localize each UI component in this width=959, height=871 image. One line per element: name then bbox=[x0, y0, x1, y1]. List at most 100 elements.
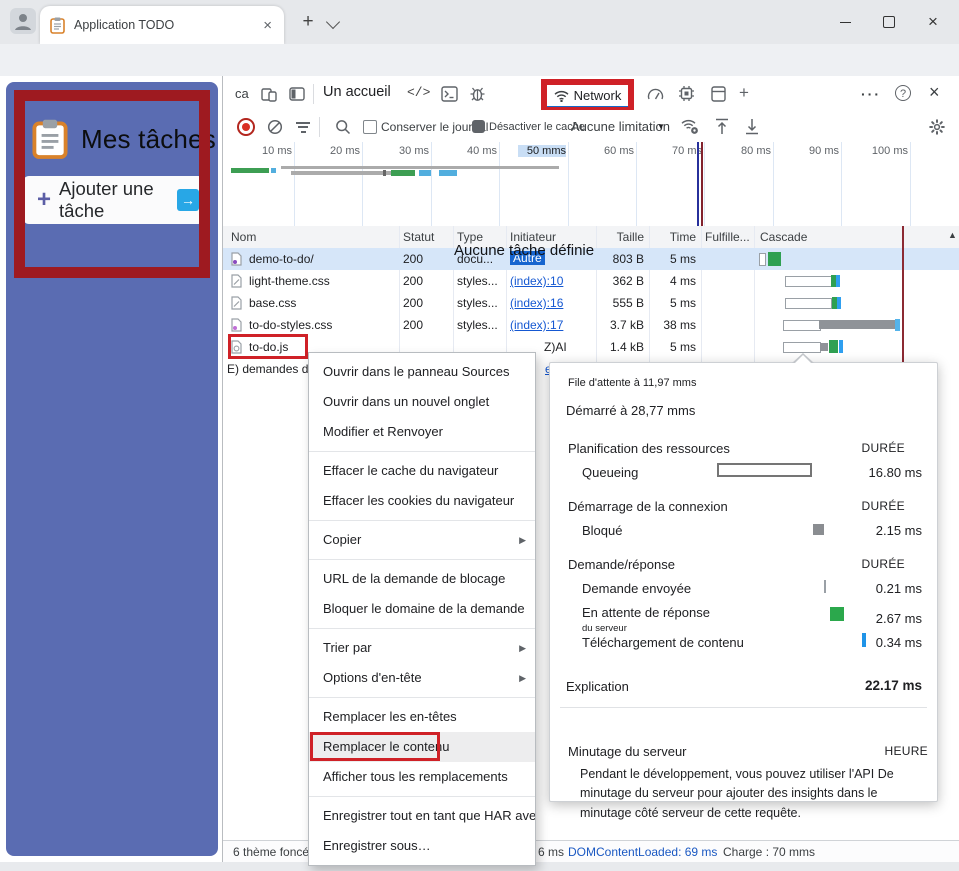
device-emulation-icon[interactable] bbox=[261, 86, 277, 102]
waterfall-bar bbox=[819, 320, 895, 329]
tab-welcome[interactable]: Un accueil bbox=[323, 84, 391, 100]
annotation-todojs-row bbox=[228, 334, 308, 359]
request-initiator-link[interactable]: (index):16 bbox=[510, 296, 563, 310]
browser-tab[interactable]: Application TODO × bbox=[40, 6, 284, 44]
menu-item[interactable]: Effacer le cache du navigateur bbox=[309, 456, 535, 486]
ruler-tick: 20 ms bbox=[330, 145, 360, 157]
menu-item[interactable]: Bloquer le domaine de la demande bbox=[309, 594, 535, 624]
filter-icon[interactable] bbox=[295, 119, 311, 135]
request-name: to-do-styles.css bbox=[249, 318, 333, 332]
profile-avatar[interactable] bbox=[10, 8, 36, 34]
export-har-icon[interactable] bbox=[745, 118, 759, 135]
explanation-label[interactable]: Explication bbox=[566, 679, 629, 694]
stylesheet-icon bbox=[231, 274, 242, 288]
menu-item[interactable]: Ouvrir dans le panneau Sources bbox=[309, 357, 535, 387]
table-row[interactable]: to-do-styles.css 200 styles... (index):1… bbox=[223, 314, 959, 336]
sort-arrow-icon[interactable]: ▲ bbox=[948, 230, 957, 240]
request-initiator-link[interactable]: (index):17 bbox=[510, 318, 563, 332]
tab-close-icon[interactable]: × bbox=[261, 17, 274, 34]
window-minimize-button[interactable] bbox=[832, 10, 858, 34]
domcontentloaded-line bbox=[697, 142, 699, 226]
overview-bar-gray bbox=[291, 171, 403, 175]
col-time[interactable]: Time bbox=[648, 230, 696, 244]
menu-item[interactable]: Trier par ▶ bbox=[309, 633, 535, 663]
throttling-dropdown-icon[interactable]: ▼ bbox=[657, 122, 665, 131]
menu-item[interactable]: Effacer les cookies du navigateur bbox=[309, 486, 535, 516]
request-time: 38 ms bbox=[663, 318, 696, 332]
request-initiator-link[interactable]: (index):10 bbox=[510, 274, 563, 288]
menu-item[interactable]: Afficher tous les remplacements bbox=[309, 762, 535, 792]
col-size[interactable]: Taille bbox=[596, 230, 644, 244]
submenu-arrow-icon: ▶ bbox=[519, 673, 526, 683]
table-row[interactable]: light-theme.css 200 styles... (index):10… bbox=[223, 270, 959, 292]
application-icon[interactable] bbox=[711, 86, 726, 102]
request-size: 555 B bbox=[612, 296, 644, 310]
request-name: demo-to-do/ bbox=[249, 252, 314, 266]
col-status[interactable]: Statut bbox=[403, 230, 434, 244]
annotation-network-tab bbox=[541, 79, 634, 110]
table-row[interactable]: base.css 200 styles... (index):16 555 B … bbox=[223, 292, 959, 314]
col-waterfall[interactable]: Cascade bbox=[760, 230, 807, 244]
record-button[interactable] bbox=[237, 118, 255, 136]
col-name[interactable]: Nom bbox=[231, 230, 256, 244]
todo-app-card: Mes tâches + Ajouter une tâche → bbox=[6, 82, 218, 856]
menu-item[interactable]: URL de la demande de blocage bbox=[309, 564, 535, 594]
timing-bar-queueing bbox=[717, 463, 812, 477]
request-time: 5 ms bbox=[669, 296, 696, 310]
network-conditions-icon[interactable] bbox=[681, 119, 699, 135]
console-icon[interactable] bbox=[441, 86, 458, 102]
menu-item[interactable]: Enregistrer sous… bbox=[309, 831, 535, 861]
devtools-tab-bar: ca Un accueil </> Network + ··· ? × bbox=[223, 76, 959, 113]
document-icon bbox=[231, 252, 242, 266]
devtools-menu-button[interactable]: ··· bbox=[861, 86, 881, 102]
ruler-tick: 30 ms bbox=[399, 145, 429, 157]
col-fulfilled[interactable]: Fulfille... bbox=[705, 230, 750, 244]
request-status: 200 bbox=[403, 274, 424, 288]
memory-chip-icon[interactable] bbox=[678, 85, 695, 102]
menu-separator bbox=[309, 628, 535, 629]
devtools-left-label[interactable]: ca bbox=[235, 86, 249, 101]
menu-item[interactable]: Options d'en-tête ▶ bbox=[309, 663, 535, 693]
import-har-icon[interactable] bbox=[715, 118, 729, 135]
menu-item[interactable]: Remplacer les en-têtes bbox=[309, 702, 535, 732]
divider bbox=[313, 84, 314, 104]
tab-list-chevron-icon[interactable] bbox=[325, 14, 341, 30]
menu-separator bbox=[309, 451, 535, 452]
throttling-select[interactable]: Aucune limitation bbox=[571, 119, 670, 134]
devtools-close-button[interactable]: × bbox=[929, 82, 940, 103]
more-tabs-button[interactable]: + bbox=[739, 83, 749, 103]
menu-item[interactable]: Modifier et Renvoyer bbox=[309, 417, 535, 447]
section-title: Demande/réponse bbox=[568, 557, 675, 572]
debug-bug-icon[interactable] bbox=[469, 85, 486, 103]
tab-elements-icon[interactable]: </> bbox=[407, 85, 430, 100]
menu-item[interactable]: Enregistrer tout en tant que HAR avec du… bbox=[309, 801, 535, 831]
section-title: Démarrage de la connexion bbox=[568, 499, 728, 514]
help-icon[interactable]: ? bbox=[895, 85, 911, 101]
preserve-log-checkbox[interactable] bbox=[363, 120, 377, 134]
overview-bar-blue bbox=[419, 170, 431, 176]
menu-item[interactable]: Copier ▶ bbox=[309, 525, 535, 555]
ruler-tick: 40 ms bbox=[467, 145, 497, 157]
window-maximize-button[interactable] bbox=[876, 10, 902, 34]
menu-separator bbox=[309, 520, 535, 521]
disable-cache-checkbox[interactable] bbox=[472, 120, 485, 133]
network-overview[interactable]: 10 ms 20 ms 30 ms 40 ms 50 mms 60 ms 70 … bbox=[223, 142, 959, 227]
server-timing-header: HEURE bbox=[884, 744, 928, 758]
timing-sublabel: du serveur bbox=[582, 623, 627, 634]
performance-gauge-icon[interactable] bbox=[647, 86, 664, 101]
waterfall-bar bbox=[836, 275, 840, 287]
window-close-button[interactable]: × bbox=[920, 10, 946, 34]
clear-icon[interactable] bbox=[267, 119, 283, 135]
server-timing-note: Pendant le développement, vous pouvez ut… bbox=[580, 767, 894, 820]
settings-gear-icon[interactable] bbox=[929, 119, 945, 135]
request-initiator: Z)AI bbox=[544, 340, 567, 354]
divider bbox=[319, 117, 320, 137]
menu-item[interactable]: Ouvrir dans un nouvel onglet bbox=[309, 387, 535, 417]
waterfall-bar bbox=[820, 343, 828, 351]
menu-item-override-content[interactable]: Remplacer le contenu bbox=[309, 732, 535, 762]
search-icon[interactable] bbox=[335, 119, 351, 135]
context-menu: Ouvrir dans le panneau Sources Ouvrir da… bbox=[308, 352, 536, 866]
dock-side-icon[interactable] bbox=[289, 86, 305, 102]
ruler-tick: 60 ms bbox=[604, 145, 634, 157]
new-tab-button[interactable]: + bbox=[297, 11, 319, 33]
